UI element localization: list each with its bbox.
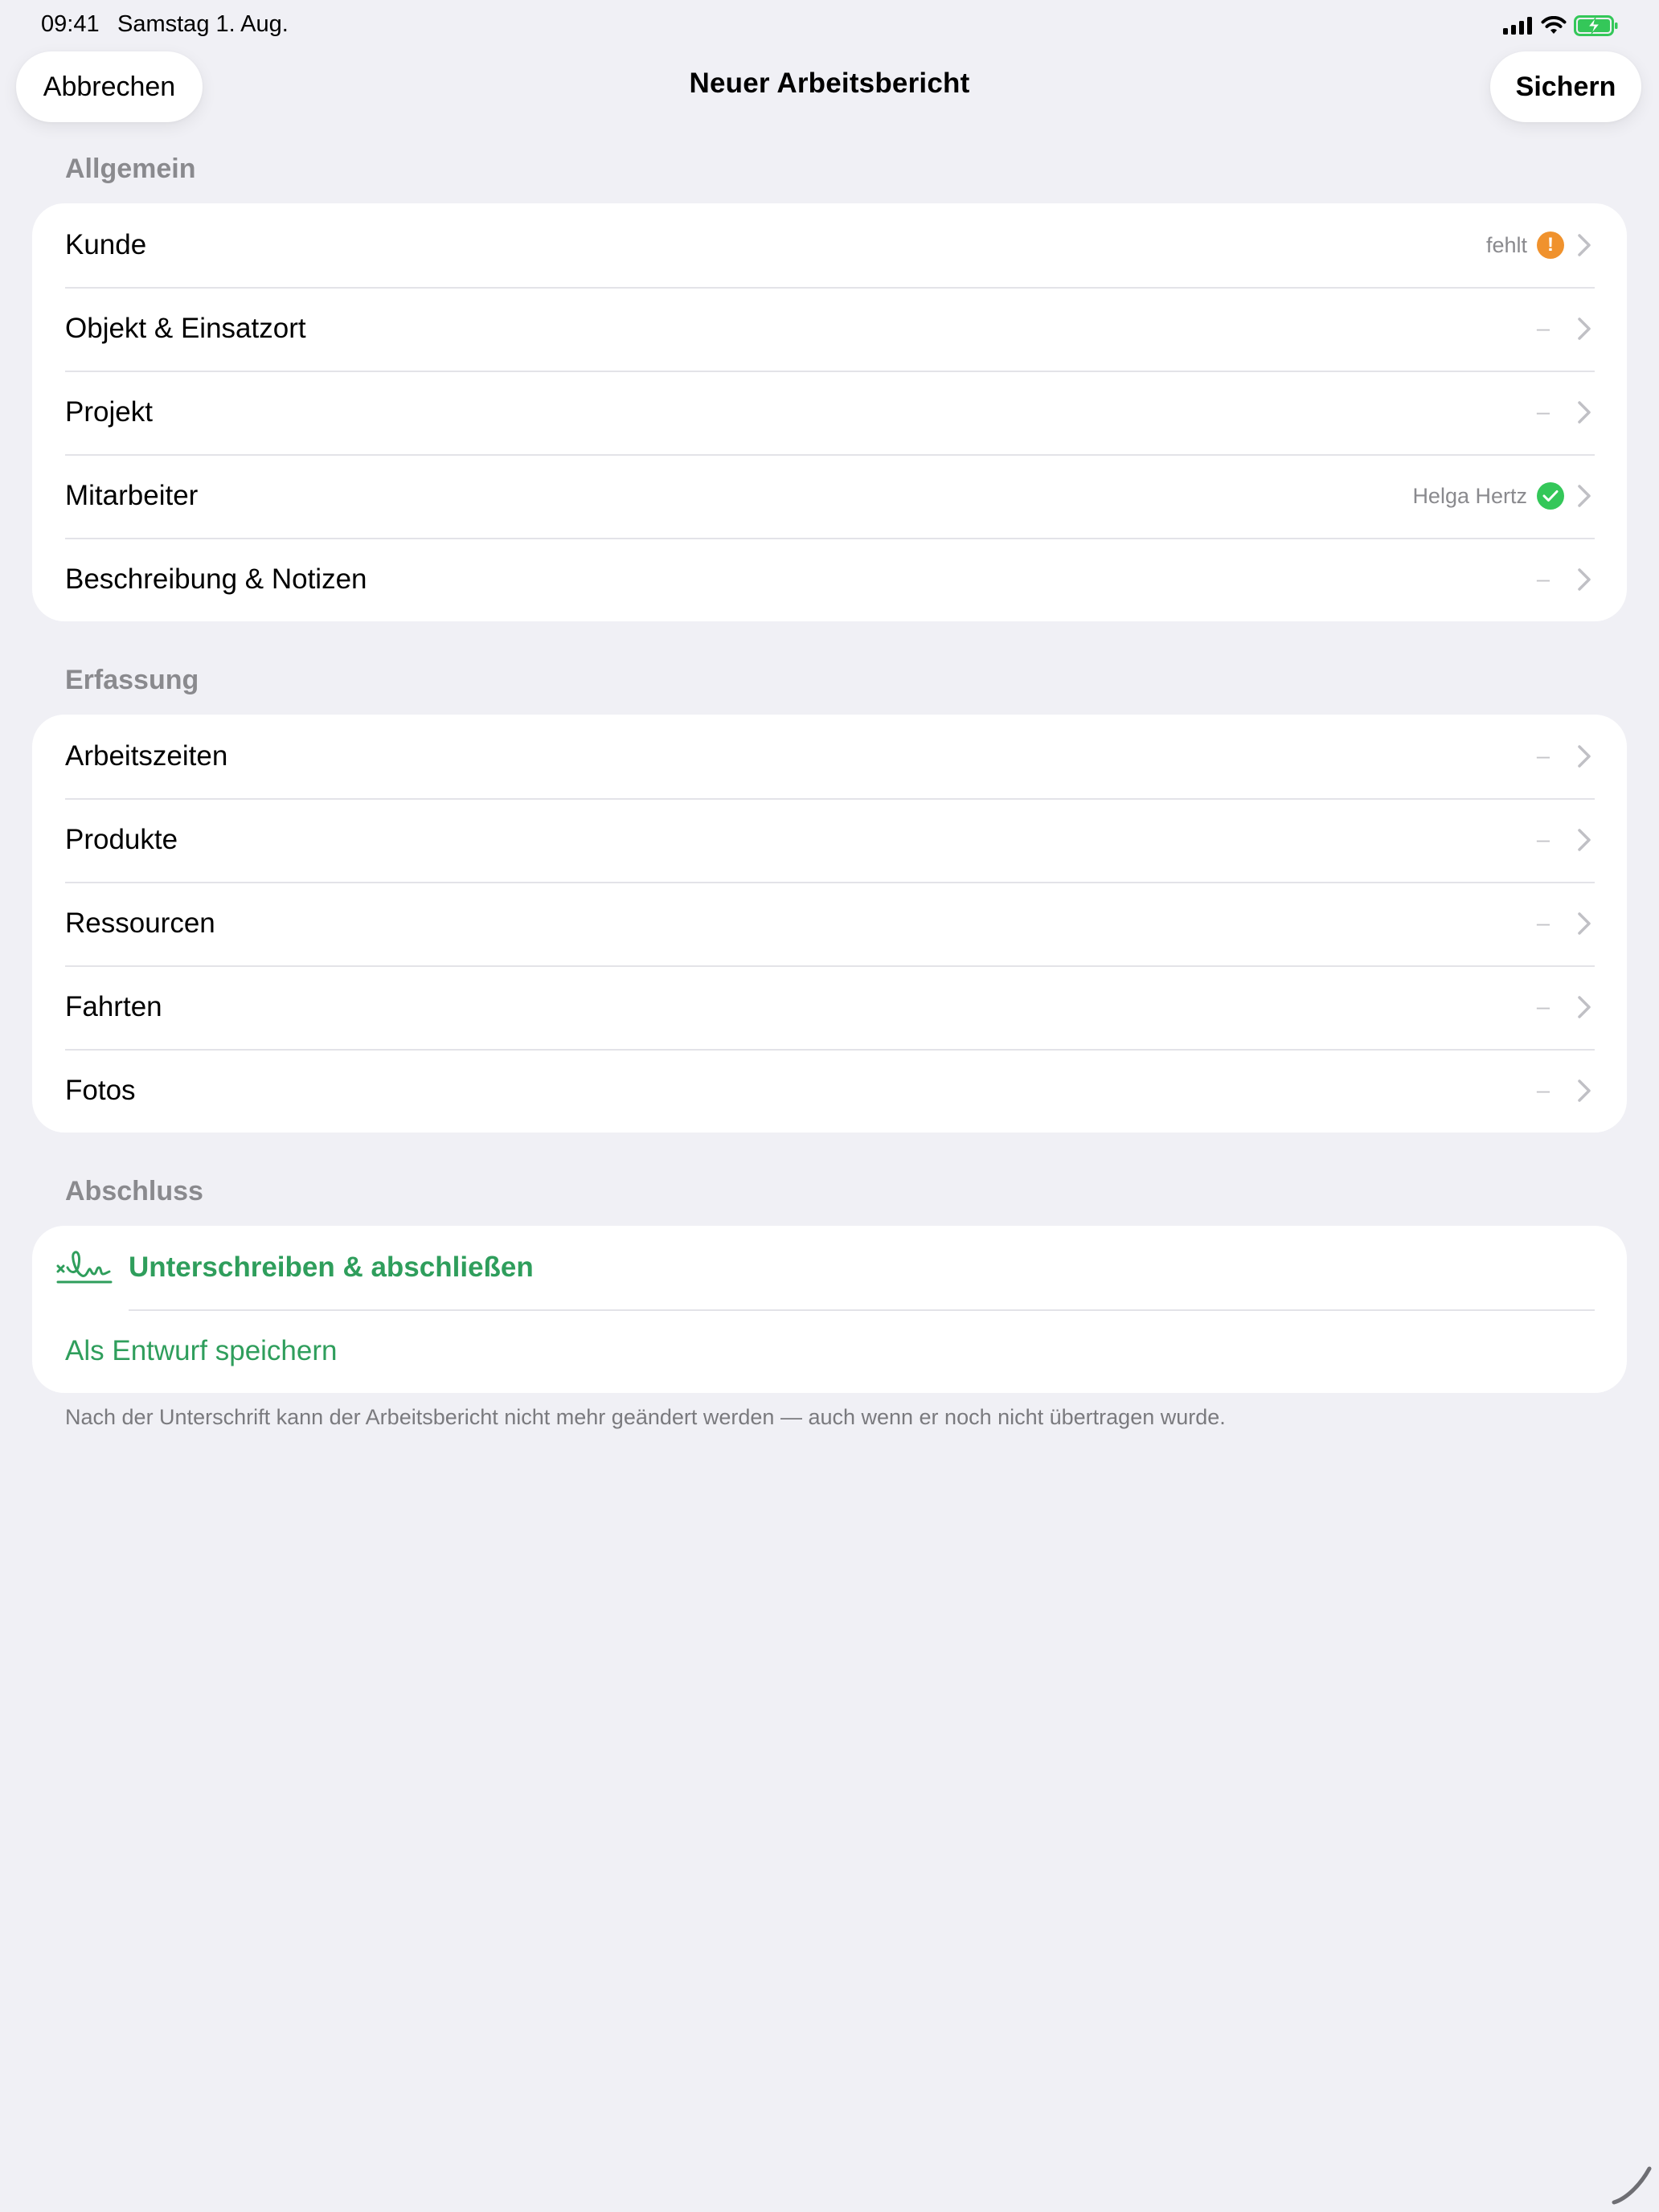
pencil-stroke-icon [1612,2166,1652,2205]
chevron-right-icon [1578,401,1591,424]
status-date: Samstag 1. Aug. [117,11,289,37]
row-label: Mitarbeiter [65,480,199,511]
save-draft-button[interactable]: Als Entwurf speichern [32,1309,1627,1393]
status-time: 09:41 [41,11,100,37]
row-objekt-einsatzort[interactable]: Objekt & Einsatzort – [32,287,1627,371]
chevron-right-icon [1578,485,1591,507]
group-erfassung: Arbeitszeiten – Produkte – Ressourcen – … [32,715,1627,1133]
status-icons [1503,14,1619,37]
row-value: – [1536,993,1550,1020]
row-value: – [1536,566,1550,592]
warning-badge-icon: ! [1537,231,1564,259]
row-label: Fahrten [65,991,162,1022]
row-accessory: Helga Hertz [1412,454,1591,538]
row-accessory: – [1537,715,1591,798]
chevron-right-icon [1578,996,1591,1018]
status-bar: 09:41 Samstag 1. Aug. [0,0,1659,51]
row-label: Arbeitszeiten [65,740,228,772]
row-accessory: fehlt ! [1486,203,1591,287]
section-header-abschluss: Abschluss [65,1176,203,1206]
row-label: Produkte [65,824,178,855]
wifi-icon [1541,16,1567,34]
row-mitarbeiter[interactable]: Mitarbeiter Helga Hertz [32,454,1627,538]
page: 09:41 Samstag 1. Aug. Abbrechen Neuer Ar… [0,0,1659,2212]
row-accessory: – [1537,287,1591,371]
row-value: – [1536,826,1550,853]
row-kunde[interactable]: Kunde fehlt ! [32,203,1627,287]
sign-and-finish-button[interactable]: Unterschreiben & abschließen [32,1226,1627,1309]
group-abschluss: Unterschreiben & abschließen Als Entwurf… [32,1226,1627,1393]
chevron-right-icon [1578,745,1591,768]
row-value: – [1536,315,1550,342]
row-fotos[interactable]: Fotos – [32,1049,1627,1133]
row-value: fehlt [1485,232,1527,257]
chevron-right-icon [1578,912,1591,935]
chevron-right-icon [1578,568,1591,591]
row-value: – [1536,910,1550,936]
chevron-right-icon [1578,829,1591,851]
row-arbeitszeiten[interactable]: Arbeitszeiten – [32,715,1627,798]
group-allgemein: Kunde fehlt ! Objekt & Einsatzort – Proj… [32,203,1627,621]
row-accessory: – [1537,371,1591,454]
cellular-signal-icon [1503,17,1532,35]
row-accessory: – [1537,538,1591,621]
row-value: Helga Hertz [1412,483,1527,508]
row-ressourcen[interactable]: Ressourcen – [32,882,1627,965]
save-button[interactable]: Sichern [1490,51,1641,122]
row-fahrten[interactable]: Fahrten – [32,965,1627,1049]
row-accessory: – [1537,798,1591,882]
section-header-allgemein: Allgemein [65,154,196,184]
row-projekt[interactable]: Projekt – [32,371,1627,454]
chevron-right-icon [1578,234,1591,256]
sign-and-finish-label: Unterschreiben & abschließen [129,1251,534,1283]
row-beschreibung-notizen[interactable]: Beschreibung & Notizen – [32,538,1627,621]
section-header-erfassung: Erfassung [65,665,199,695]
footnote: Nach der Unterschrift kann der Arbeitsbe… [65,1405,1226,1429]
row-value: – [1536,1077,1550,1104]
row-label: Projekt [65,396,153,428]
checkmark-icon [1537,482,1564,510]
row-accessory: – [1537,882,1591,965]
battery-charging-icon [1574,15,1618,36]
row-produkte[interactable]: Produkte – [32,798,1627,882]
row-label: Ressourcen [65,907,215,939]
signature-icon [56,1251,113,1284]
page-title: Neuer Arbeitsbericht [689,68,970,99]
chevron-right-icon [1578,317,1591,340]
row-label: Objekt & Einsatzort [65,313,306,344]
chevron-right-icon [1578,1079,1591,1102]
row-label: Fotos [65,1075,136,1106]
row-value: – [1536,743,1550,769]
row-label: Beschreibung & Notizen [65,563,367,595]
row-value: – [1536,399,1550,425]
save-draft-label: Als Entwurf speichern [65,1335,338,1366]
row-accessory: – [1537,965,1591,1049]
row-accessory: – [1537,1049,1591,1133]
row-label: Kunde [65,229,147,260]
